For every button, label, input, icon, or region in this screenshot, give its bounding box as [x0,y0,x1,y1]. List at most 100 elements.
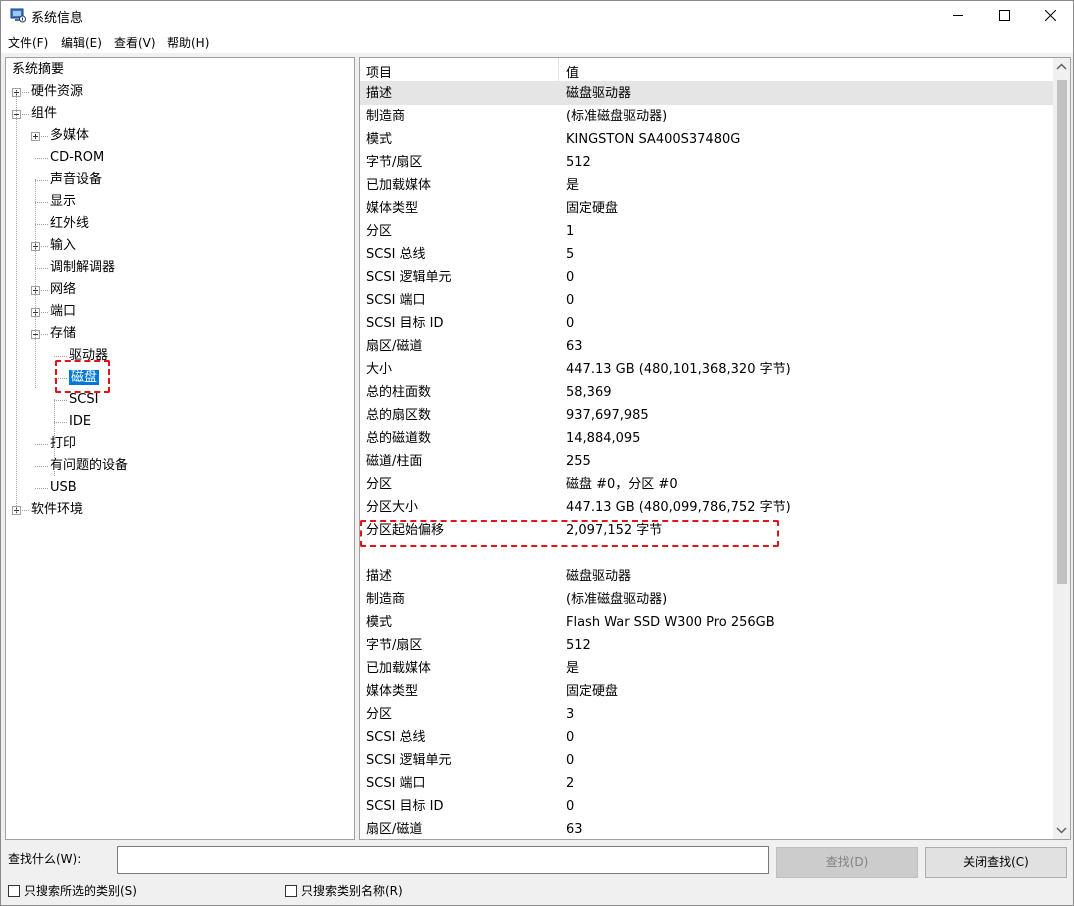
expand-icon[interactable] [31,132,40,141]
table-row[interactable]: SCSI 目标 ID 0 [360,795,1054,818]
tree-item[interactable]: 网络 [50,280,76,300]
table-row[interactable]: 媒体类型 固定硬盘 [360,680,1054,703]
column-header-value[interactable]: 值 [566,62,579,81]
table-row[interactable]: 总的磁道数 14,884,095 [360,427,1054,450]
table-row[interactable]: 已加载媒体 是 [360,174,1054,197]
column-separator[interactable] [558,58,559,82]
tree-item[interactable]: CD-ROM [50,148,104,168]
tree-item[interactable]: 硬件资源 [31,82,83,102]
scroll-up-icon[interactable] [1056,62,1067,72]
table-row[interactable]: 字节/扇区 512 [360,634,1054,657]
table-row[interactable]: 磁道/柱面 255 [360,450,1054,473]
search-category-names-option[interactable]: 只搜索类别名称(R) [285,882,403,900]
close-window-button[interactable] [1027,1,1073,31]
scroll-thumb[interactable] [1057,80,1067,584]
tree-item[interactable]: 调制解调器 [50,258,115,278]
checkbox-search-names[interactable] [285,885,297,897]
tree-item[interactable]: IDE [69,412,91,432]
maximize-button[interactable] [981,1,1027,31]
row-item-cell: 制造商 [366,592,406,607]
menu-view[interactable]: 查看(V) [114,34,156,51]
details-list[interactable]: 项目 值 描述 磁盘驱动器制造商 (标准磁盘驱动器) 模式 KINGSTON SA400… [359,57,1071,840]
tree-item[interactable]: USB [50,478,77,498]
table-row[interactable]: 分区 3 [360,703,1054,726]
row-value-cell: Flash War SSD W300 Pro 256GB [566,615,775,630]
table-row[interactable]: 媒体类型 固定硬盘 [360,197,1054,220]
table-row[interactable]: 分区 1 [360,220,1054,243]
tree-item[interactable]: 红外线 [50,214,89,234]
scroll-down-icon[interactable] [1056,825,1067,835]
table-row[interactable]: 制造商 (标准磁盘驱动器) [360,105,1054,128]
tree-item[interactable]: 声音设备 [50,170,102,190]
row-value-cell: 58,369 [566,385,612,400]
tree-item[interactable]: 端口 [50,302,76,322]
table-row[interactable]: 字节/扇区 512 [360,151,1054,174]
tree-connector [54,399,55,476]
row-item-cell: SCSI 总线 [366,247,426,262]
tree-item[interactable]: 组件 [31,104,57,124]
table-row[interactable]: SCSI 总线 0 [360,726,1054,749]
close-icon [1044,9,1056,22]
menu-file[interactable]: 文件(F) [8,34,48,51]
annotation-box-partition-offset [360,520,779,547]
tree-item[interactable]: 多媒体 [50,126,89,146]
row-value-cell: 是 [566,178,580,193]
search-selected-category-option[interactable]: 只搜索所选的类别(S) [8,882,137,900]
row-value-cell: 0 [566,730,575,745]
row-value-cell: 磁盘驱动器 [566,86,632,101]
find-input[interactable] [117,846,769,874]
table-row[interactable]: SCSI 端口 2 [360,772,1054,795]
minimize-button[interactable] [935,1,981,31]
menu-help[interactable]: 帮助(H) [167,34,209,51]
tree-item[interactable]: 系统摘要 [12,60,64,80]
checkbox-search-selected[interactable] [8,885,20,897]
table-row[interactable]: 扇区/磁道 63 [360,818,1054,839]
menu-edit[interactable]: 编辑(E) [61,34,102,51]
row-value-cell: (标准磁盘驱动器) [566,109,668,124]
table-row[interactable]: SCSI 逻辑单元 0 [360,749,1054,772]
table-row[interactable]: 已加载媒体 是 [360,657,1054,680]
tree-item-label: 显示 [50,194,77,209]
table-row[interactable]: 制造商 (标准磁盘驱动器) [360,588,1054,611]
row-value-cell: 0 [566,293,575,308]
row-item-cell: 已加载媒体 [366,178,432,193]
tree-item-label: SCSI [69,392,99,407]
table-row[interactable]: 模式 KINGSTON SA400S37480G [360,128,1054,151]
tree-item[interactable]: 存储 [50,324,76,344]
table-row[interactable]: 分区 磁盘 #0，分区 #0 [360,473,1054,496]
table-row[interactable]: 分区大小 447.13 GB (480,099,786,752 字节) [360,496,1054,519]
tree-connector [35,224,48,225]
table-row[interactable]: SCSI 总线 5 [360,243,1054,266]
row-value-cell: 磁盘驱动器 [566,569,632,584]
table-row[interactable]: 总的柱面数 58,369 [360,381,1054,404]
category-tree[interactable]: 系统摘要硬件资源组件多媒体 CD-ROM 声音设备显示红外线 输入 调制解调器 网络 端口存… [5,57,355,840]
tree-connector [54,422,67,423]
row-value-cell: 2 [566,776,575,791]
row-value-cell: (标准磁盘驱动器) [566,592,668,607]
close-find-button[interactable]: 关闭查找(C) [925,847,1067,878]
find-button[interactable]: 查找(D) [776,847,918,878]
table-row[interactable]: SCSI 目标 ID 0 [360,312,1054,335]
find-label: 查找什么(W): [8,852,82,866]
table-row[interactable]: SCSI 端口 0 [360,289,1054,312]
tree-item[interactable]: 软件环境 [31,500,83,520]
table-row[interactable]: SCSI 逻辑单元 0 [360,266,1054,289]
row-value-cell: 是 [566,661,580,676]
tree-item-label: 多媒体 [50,128,90,143]
table-row[interactable]: 描述 磁盘驱动器 [360,82,1054,105]
tree-item[interactable]: 输入 [50,236,76,256]
tree-item[interactable]: SCSI [69,390,98,410]
table-row[interactable]: 描述 磁盘驱动器 [360,565,1054,588]
tree-item[interactable]: 显示 [50,192,76,212]
tree-item[interactable]: 有问题的设备 [50,456,128,476]
table-row[interactable]: 扇区/磁道 63 [360,335,1054,358]
table-row[interactable]: 模式 Flash War SSD W300 Pro 256GB [360,611,1054,634]
column-header-item[interactable]: 项目 [366,62,392,81]
row-value-cell: 63 [566,822,583,837]
menu-bar: 文件(F) 编辑(E) 查看(V) 帮助(H) [1,31,1073,53]
table-row[interactable]: 大小 447.13 GB (480,101,368,320 字节) [360,358,1054,381]
row-item-cell: SCSI 目标 ID [366,799,444,814]
vertical-scrollbar[interactable] [1053,58,1070,839]
table-row[interactable]: 总的扇区数 937,697,985 [360,404,1054,427]
tree-item-label: 硬件资源 [31,84,84,99]
